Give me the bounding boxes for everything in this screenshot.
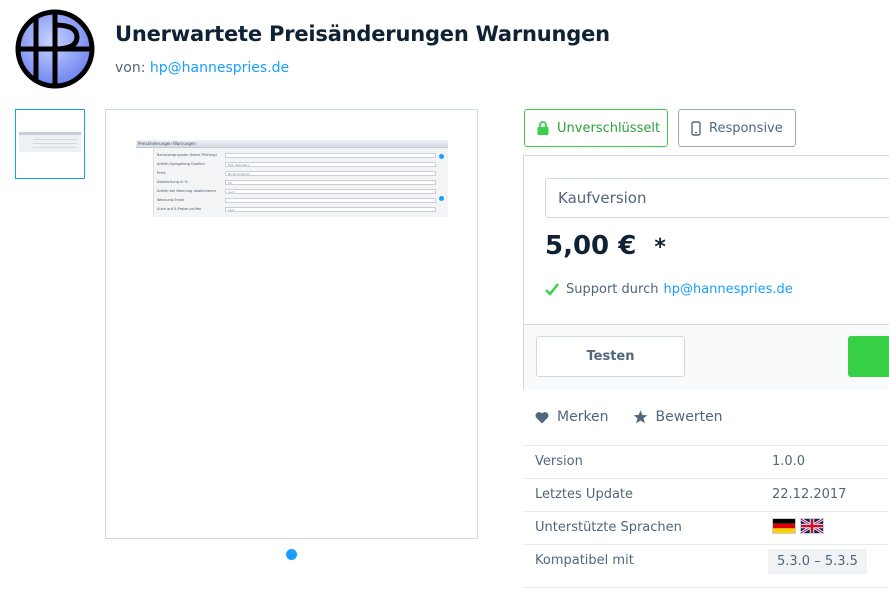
check-icon	[545, 283, 559, 296]
screenshot-preview: Preisänderungen Warnungen Benutzergruppe…	[136, 140, 448, 217]
buy-button[interactable]	[848, 336, 889, 377]
spec-row-compatibility: Kompatibel mit 5.3.0 – 5.3.5	[523, 544, 889, 588]
version-select[interactable]: Kaufversion	[545, 178, 889, 218]
author-link[interactable]: hp@hannespries.de	[150, 60, 289, 76]
buy-actions: Testen	[524, 324, 889, 389]
buy-box: Kaufversion 5,00 € * Support durch hp@ha…	[523, 155, 889, 389]
spec-value: 1.0.0	[772, 454, 806, 469]
price-value: 5,00 €	[545, 231, 637, 261]
phone-icon	[691, 120, 701, 136]
gallery-thumbnail[interactable]	[15, 109, 85, 179]
preview-form-field: Nicht Ändernd	[225, 171, 436, 176]
responsive-badge[interactable]: Responsive	[678, 109, 796, 147]
preview-form-field: nein	[225, 189, 436, 194]
preview-form-label: Benutzergruppen (keine Prüfung)	[157, 153, 217, 157]
preview-form-field	[225, 153, 436, 158]
thumbnail-preview-image	[19, 132, 81, 152]
preview-form-label: Preis	[157, 171, 166, 175]
flag-de-icon	[772, 518, 796, 534]
rate-button[interactable]: Bewerten	[633, 409, 723, 425]
preview-form-label: Artikel bei Warnung deaktivieren	[157, 189, 216, 193]
language-flags	[772, 518, 824, 534]
spec-row-version: Version 1.0.0	[523, 445, 889, 478]
product-specs: Version 1.0.0 Letztes Update 22.12.2017 …	[523, 445, 889, 588]
preview-form-field	[225, 198, 436, 203]
support-link[interactable]: hp@hannespries.de	[663, 282, 792, 297]
price-footnote-marker: *	[654, 235, 666, 260]
spec-label: Letztes Update	[535, 487, 634, 502]
preview-sidebar	[136, 148, 154, 217]
gallery-main-image[interactable]: Preisänderungen Warnungen Benutzergruppe…	[105, 109, 478, 539]
byline-prefix: von:	[115, 60, 146, 76]
logo-hp-icon	[15, 9, 95, 89]
spec-row-last-update: Letztes Update 22.12.2017	[523, 478, 889, 511]
lock-icon	[537, 121, 549, 135]
gallery-dot-active[interactable]	[286, 549, 297, 560]
flag-gb-icon	[800, 518, 824, 534]
preview-form-label: Auch auf 0-Preise prüfen	[157, 207, 202, 211]
remember-button[interactable]: Merken	[535, 409, 609, 425]
rate-label: Bewerten	[655, 409, 723, 425]
unencrypted-badge[interactable]: Unverschlüsselt	[524, 109, 668, 147]
support-info: Support durch hp@hannespries.de	[545, 282, 793, 297]
author-byline: von: hp@hannespries.de	[115, 60, 289, 76]
spec-row-languages: Unterstützte Sprachen	[523, 511, 889, 544]
preview-form-label: Artikel-Spiegelung Quellen	[157, 162, 205, 166]
support-label: Support durch	[566, 282, 659, 297]
preview-form-label: Warnung Email	[157, 198, 185, 202]
page-title: Unerwartete Preisänderungen Warnungen	[115, 22, 610, 46]
spec-label: Unterstützte Sprachen	[535, 520, 682, 535]
preview-info-icon	[439, 196, 444, 201]
star-icon	[633, 410, 647, 424]
responsive-label: Responsive	[709, 120, 783, 136]
preview-form-field: EK1 (Händler)	[225, 162, 436, 167]
unencrypted-label: Unverschlüsselt	[557, 120, 661, 136]
preview-info-icon	[439, 154, 444, 159]
remember-label: Merken	[557, 409, 609, 425]
spec-value: 22.12.2017	[772, 487, 847, 502]
spec-label: Kompatibel mit	[535, 553, 634, 568]
preview-form-field: nein	[225, 207, 436, 212]
preview-form-label: Abweichung in %	[157, 180, 188, 184]
compatibility-badge: 5.3.0 – 5.3.5	[768, 549, 867, 574]
preview-window-title: Preisänderungen Warnungen	[136, 140, 448, 148]
preview-form-field: 25	[225, 180, 436, 185]
price: 5,00 € *	[545, 231, 666, 261]
product-actions: Merken Bewerten	[535, 409, 747, 425]
test-button[interactable]: Testen	[536, 336, 685, 377]
heart-icon	[535, 411, 549, 423]
spec-label: Version	[535, 454, 583, 469]
